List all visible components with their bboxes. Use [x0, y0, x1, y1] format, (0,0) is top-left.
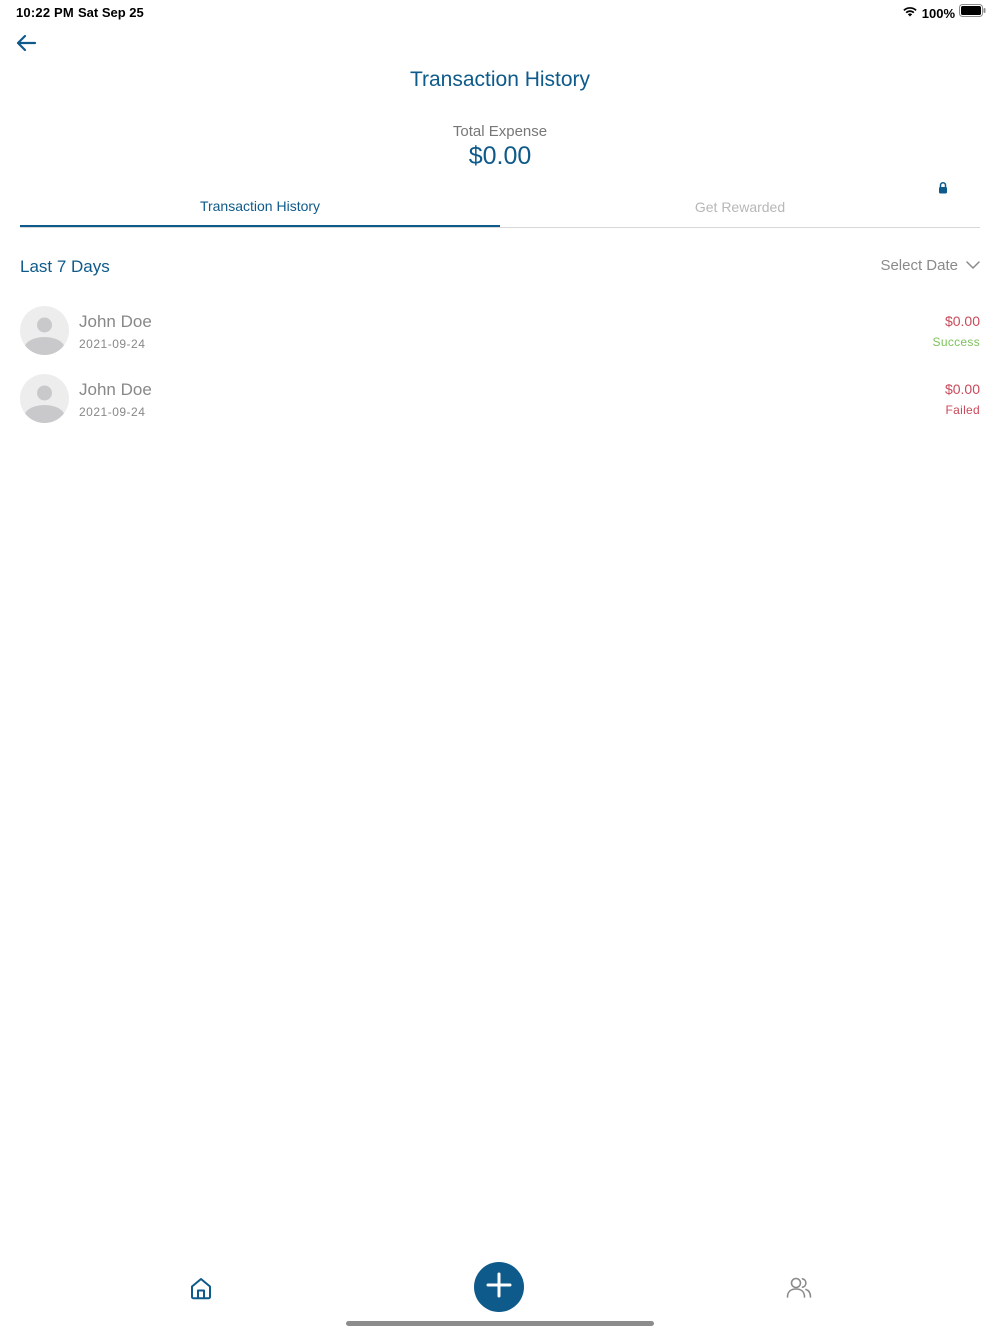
tab-transaction-history[interactable]: Transaction History	[20, 186, 500, 227]
transaction-date: 2021-09-24	[79, 405, 146, 419]
transaction-name: John Doe	[79, 380, 152, 399]
list-item[interactable]: John Doe 2021-09-24 $0.00 Failed	[20, 368, 980, 436]
users-icon	[785, 1277, 813, 1306]
status-date: Sat Sep 25	[78, 5, 144, 20]
home-indicator[interactable]	[346, 1321, 654, 1326]
transaction-amount: $0.00	[944, 381, 980, 397]
select-date-dropdown[interactable]: Select Date	[880, 257, 980, 274]
battery-percent: 100%	[921, 5, 955, 21]
transaction-list: John Doe 2021-09-24 $0.00 Success John D…	[20, 300, 980, 436]
arrow-left-icon	[15, 34, 37, 57]
avatar	[20, 374, 69, 423]
tab-bar: Transaction History Get Rewarded	[20, 186, 980, 228]
transaction-date: 2021-09-24	[79, 337, 146, 351]
select-date-label: Select Date	[880, 257, 958, 274]
page-title: Transaction History	[409, 68, 591, 91]
status-badge: Failed	[945, 403, 980, 417]
date-range-label: Last 7 Days	[20, 257, 110, 276]
wifi-icon	[902, 4, 918, 22]
nav-home-button[interactable]	[187, 1274, 215, 1302]
status-time: 10:22 PM	[16, 5, 74, 20]
tab-get-rewarded[interactable]: Get Rewarded	[500, 186, 980, 227]
status-bar: 10:22 PM Sat Sep 25 100%	[0, 0, 1000, 26]
plus-icon	[486, 1272, 512, 1303]
status-indicators: 100%	[902, 4, 986, 22]
avatar	[20, 306, 69, 355]
battery-icon	[959, 4, 986, 22]
transaction-amount: $0.00	[944, 313, 980, 329]
list-item[interactable]: John Doe 2021-09-24 $0.00 Success	[20, 300, 980, 368]
chevron-down-icon	[966, 257, 980, 274]
status-badge: Success	[932, 335, 980, 349]
total-expense-label: Total Expense	[452, 123, 548, 140]
home-icon	[187, 1278, 215, 1306]
add-button[interactable]	[474, 1262, 524, 1312]
back-button[interactable]	[12, 33, 40, 57]
transaction-name: John Doe	[79, 312, 152, 331]
nav-users-button[interactable]	[785, 1274, 813, 1302]
total-expense-value: $0.00	[468, 142, 532, 170]
bottom-nav	[0, 1258, 1000, 1318]
